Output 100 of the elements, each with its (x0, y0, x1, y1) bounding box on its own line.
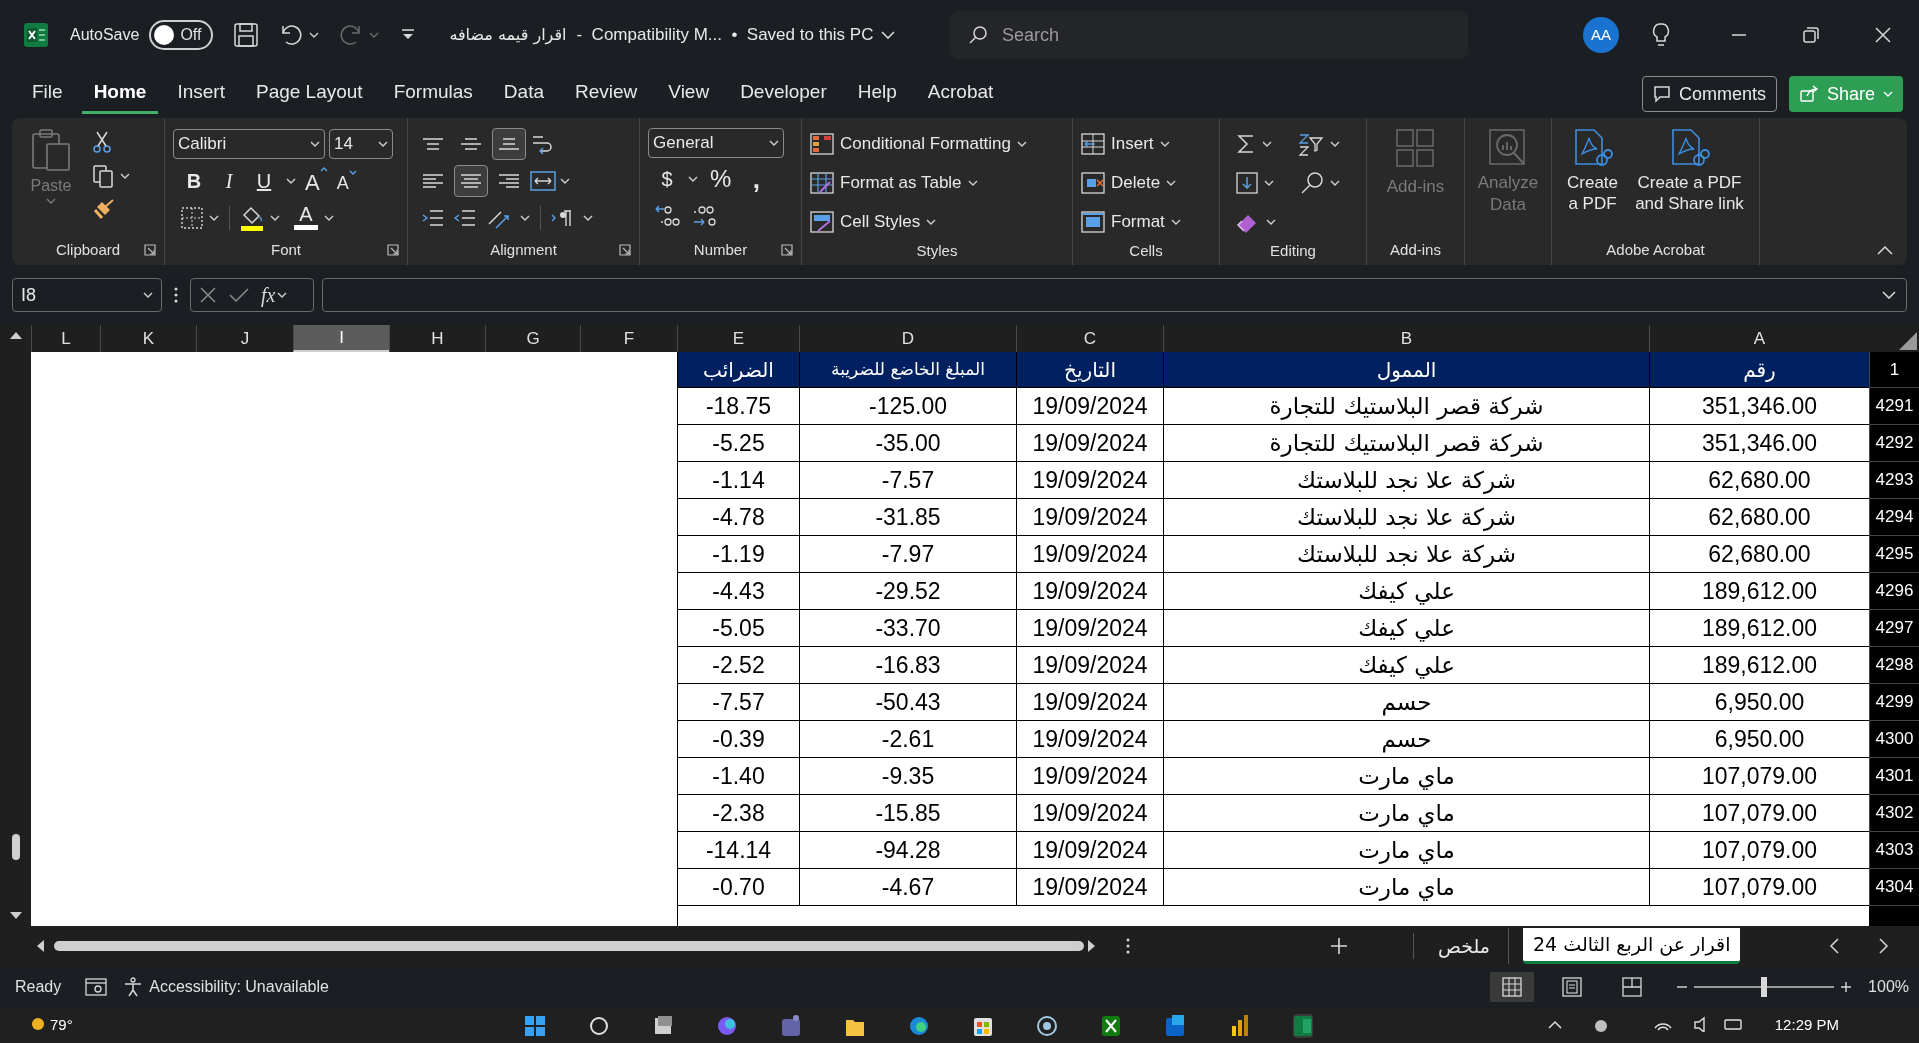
cells-menu-button[interactable]: Insert (1081, 128, 1181, 160)
menu-tab[interactable]: View (656, 74, 722, 114)
add-sheet-icon[interactable] (1330, 937, 1348, 955)
number-format-dropdown[interactable]: General (648, 128, 784, 158)
row-header[interactable]: 4300 (1869, 721, 1919, 758)
scissors-icon[interactable] (92, 130, 112, 154)
enter-check-icon[interactable] (229, 287, 249, 303)
increase-indent-icon[interactable] (422, 208, 444, 228)
customize-toolbar-icon[interactable] (401, 29, 416, 41)
taskbar-app-icon[interactable] (1036, 1014, 1057, 1038)
scroll-thumb[interactable] (11, 834, 20, 860)
collapse-ribbon-icon[interactable] (1877, 245, 1893, 255)
align-bottom-button[interactable] (492, 128, 526, 160)
font-color-button[interactable]: A (294, 203, 318, 233)
decrease-indent-icon[interactable] (454, 208, 476, 228)
styles-menu-button[interactable]: Cell Styles (810, 206, 1028, 238)
autosave-toggle[interactable]: Off (149, 20, 214, 50)
search-field[interactable]: Search (1002, 20, 1402, 50)
row-header[interactable]: 4299 (1869, 684, 1919, 721)
name-box[interactable]: I8 (12, 278, 162, 312)
row-header[interactable]: 4291 (1869, 388, 1919, 425)
row-header[interactable]: 4297 (1869, 610, 1919, 647)
weather-temperature[interactable]: 79° (50, 1014, 73, 1037)
zoom-slider-thumb[interactable] (1761, 977, 1768, 997)
lightbulb-icon[interactable] (1651, 22, 1671, 48)
expand-caret-icon[interactable] (1882, 291, 1896, 299)
spreadsheet-app-icon[interactable] (24, 23, 48, 47)
borders-icon[interactable] (181, 207, 203, 229)
menu-tab[interactable]: Developer (728, 74, 839, 114)
insert-function-button[interactable]: fx (261, 280, 288, 310)
comments-button[interactable]: Comments (1641, 76, 1777, 112)
dialog-launcher-icon[interactable] (387, 244, 399, 256)
percent-button[interactable]: % (706, 164, 736, 194)
row-header[interactable]: 4293 (1869, 462, 1919, 499)
menu-tab[interactable]: Data (491, 74, 556, 114)
cells-menu-button[interactable]: Delete (1081, 167, 1181, 199)
row-header[interactable]: 4301 (1869, 758, 1919, 795)
menu-tab[interactable]: Home (81, 74, 159, 114)
autosum-icon[interactable] (1236, 133, 1256, 155)
undo-icon[interactable] (279, 23, 304, 47)
increase-font-size-button[interactable]: A (305, 166, 328, 196)
user-avatar[interactable]: AA (1583, 17, 1619, 53)
styles-menu-button[interactable]: Format as Table (810, 167, 1028, 199)
taskbar-app-icon[interactable] (908, 1014, 929, 1038)
menu-tab[interactable]: Insert (165, 74, 237, 114)
row-header[interactable]: 4298 (1869, 647, 1919, 684)
column-header[interactable]: I (293, 325, 389, 352)
text-direction-icon[interactable] (551, 208, 573, 228)
format-painter-icon[interactable] (92, 198, 116, 220)
macro-recorder-icon[interactable] (85, 977, 108, 997)
vertical-scrollbar[interactable] (0, 325, 31, 926)
create-pdf-button[interactable]: Create a PDF (1561, 128, 1624, 214)
find-icon[interactable] (1300, 171, 1324, 195)
row-header[interactable]: 4302 (1869, 795, 1919, 832)
more-options-icon[interactable] (174, 287, 178, 303)
more-sheets-icon[interactable] (1126, 938, 1130, 954)
menu-tab[interactable]: Formulas (381, 74, 485, 114)
scroll-thumb[interactable] (54, 941, 1084, 951)
increase-decimal-icon[interactable] (654, 204, 680, 228)
taskbar-clock[interactable]: 12:29 PM (1774, 1014, 1839, 1037)
search-box[interactable]: Search (950, 11, 1468, 59)
row-header[interactable]: 4304 (1869, 869, 1919, 906)
sheet-tab[interactable]: ملخص (1428, 928, 1509, 964)
scroll-left-icon[interactable] (36, 940, 44, 952)
menu-tab[interactable]: Help (845, 74, 909, 114)
dialog-launcher-icon[interactable] (781, 244, 793, 256)
currency-button[interactable]: $ (654, 164, 680, 194)
accessibility-status[interactable]: Accessibility: Unavailable (123, 975, 329, 999)
row-header[interactable]: 4295 (1869, 536, 1919, 573)
zoom-percentage[interactable]: 100% (1868, 975, 1909, 999)
menu-tab[interactable]: Page Layout (243, 74, 375, 114)
fill-down-icon[interactable] (1236, 172, 1258, 194)
align-center-button[interactable] (454, 165, 488, 197)
dialog-launcher-icon[interactable] (619, 244, 631, 256)
next-sheet-icon[interactable] (1879, 938, 1889, 954)
taskbar-app-icon[interactable] (1164, 1014, 1185, 1038)
row-header[interactable]: 4292 (1869, 425, 1919, 462)
restore-icon[interactable] (1803, 27, 1819, 43)
formula-input-field[interactable] (322, 278, 1907, 312)
create-pdf-button[interactable]: Create a PDF and Share link (1629, 128, 1750, 214)
font-name-dropdown[interactable]: Calibri (173, 129, 325, 159)
copy-icon[interactable] (92, 164, 114, 188)
fill-color-icon[interactable] (240, 205, 264, 231)
row-header[interactable]: 1 (1869, 352, 1919, 388)
cancel-icon[interactable] (199, 286, 217, 304)
dialog-launcher-icon[interactable] (144, 244, 156, 256)
scroll-down-icon[interactable] (9, 912, 22, 920)
scroll-up-icon[interactable] (9, 331, 22, 339)
cells-menu-button[interactable]: Format (1081, 206, 1181, 238)
page-break-view-icon[interactable] (1622, 977, 1643, 997)
underline-button[interactable]: U (251, 166, 277, 196)
menu-tab[interactable]: File (20, 74, 75, 114)
merge-cells-icon[interactable] (530, 170, 556, 192)
taskbar-app-icon[interactable] (1100, 1014, 1121, 1038)
bold-button[interactable]: B (181, 166, 207, 196)
taskbar-app-icon[interactable] (588, 1014, 609, 1038)
normal-view-button[interactable] (1490, 972, 1535, 1002)
page-layout-view-icon[interactable] (1562, 977, 1583, 997)
italic-button[interactable]: I (216, 166, 242, 196)
font-size-dropdown[interactable]: 14 (329, 129, 393, 159)
